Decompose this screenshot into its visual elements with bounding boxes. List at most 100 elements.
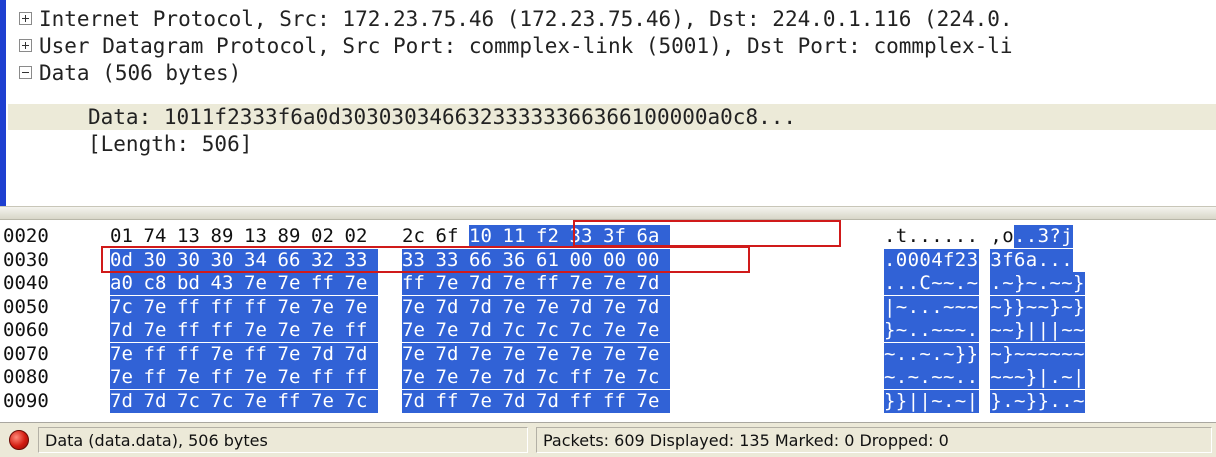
tree-item-udp[interactable]: User Datagram Protocol, Src Port: commpl… — [8, 33, 1216, 59]
ascii-char[interactable]: ~ — [1037, 295, 1050, 319]
ascii-char[interactable]: 4 — [931, 248, 944, 272]
ascii-char[interactable]: ~ — [907, 366, 920, 389]
ascii-char[interactable]: ~ — [943, 272, 955, 295]
ascii-char[interactable]: ? — [1049, 225, 1062, 248]
hex-byte[interactable]: ff — [344, 319, 378, 342]
ascii-char[interactable]: ~ — [1061, 295, 1074, 319]
hex-byte[interactable]: 7e — [344, 295, 378, 319]
expert-info-led-icon[interactable] — [9, 430, 29, 450]
hex-byte[interactable]: 33 — [344, 248, 378, 272]
ascii-char[interactable]: 0 — [919, 248, 932, 272]
ascii-char[interactable]: } — [884, 319, 896, 342]
ascii-char[interactable]: . — [1061, 389, 1074, 413]
ascii-char[interactable]: . — [919, 366, 932, 389]
ascii-char[interactable]: ~ — [966, 272, 979, 295]
ascii-char[interactable]: ~ — [966, 295, 979, 319]
ascii-char[interactable]: ~ — [1014, 342, 1026, 366]
ascii-char[interactable]: ~ — [1049, 272, 1062, 295]
ascii-char[interactable]: ~ — [884, 342, 896, 366]
ascii-char[interactable]: ~ — [990, 295, 1003, 319]
hex-dump-pane[interactable]: 0020 01 74 13 89 13 89 02 02 2c 6f 10 11 f2 33 3f 6a. t..… — [0, 220, 1216, 422]
ascii-char[interactable]: ~ — [943, 319, 955, 342]
ascii-char[interactable]: ~ — [895, 319, 908, 342]
hex-byte[interactable]: 13 — [244, 225, 277, 248]
ascii-char[interactable]: ~ — [1061, 319, 1074, 342]
ascii-char[interactable]: ~ — [1025, 272, 1038, 295]
ascii-char[interactable]: ~ — [1073, 342, 1085, 366]
ascii-char[interactable]: . — [895, 342, 908, 366]
ascii-char[interactable]: | — [1037, 319, 1050, 342]
ascii-char[interactable]: . — [907, 342, 920, 366]
hex-byte[interactable]: 01 — [110, 225, 143, 248]
ascii-char[interactable]: | — [907, 389, 920, 413]
ascii-char[interactable]: ~ — [931, 389, 944, 413]
ascii-char[interactable]: } — [1002, 295, 1015, 319]
ascii-char[interactable]: 3 — [990, 248, 1003, 272]
ascii-char[interactable]: . — [1049, 389, 1062, 413]
hex-byte[interactable]: 6f — [436, 225, 469, 248]
hex-byte[interactable]: 89 — [211, 225, 244, 248]
ascii-char[interactable]: ~ — [1025, 295, 1038, 319]
ascii-char[interactable]: } — [884, 389, 896, 413]
ascii-char[interactable]: . — [954, 272, 967, 295]
ascii-char[interactable]: } — [895, 389, 908, 413]
ascii-char[interactable]: . — [1061, 248, 1074, 272]
ascii-char[interactable]: C — [919, 272, 932, 295]
ascii-char[interactable]: t — [896, 225, 907, 248]
ascii-char[interactable]: . — [1025, 225, 1038, 248]
ascii-char[interactable]: . — [955, 225, 966, 248]
ascii-char[interactable]: . — [966, 366, 979, 389]
hex-byte[interactable]: 7d — [636, 272, 670, 295]
ascii-char[interactable]: 3 — [1037, 225, 1050, 248]
ascii-char[interactable]: } — [1073, 272, 1085, 295]
ascii-char[interactable]: f — [943, 248, 955, 272]
ascii-char[interactable]: ~ — [1073, 319, 1085, 342]
collapse-minus-icon[interactable] — [19, 65, 32, 79]
ascii-char[interactable]: } — [954, 342, 967, 366]
expand-plus-icon[interactable] — [19, 11, 32, 25]
ascii-char[interactable]: ~ — [1002, 319, 1015, 342]
ascii-char[interactable]: . — [907, 295, 920, 319]
tree-item-data[interactable]: Data (506 bytes) — [8, 60, 1216, 86]
ascii-char[interactable]: . — [1049, 248, 1062, 272]
ascii-char[interactable]: . — [954, 366, 967, 389]
ascii-char[interactable]: 0 — [907, 248, 920, 272]
hex-byte[interactable]: 02 — [345, 225, 378, 248]
ascii-char[interactable]: ~ — [943, 295, 955, 319]
ascii-char[interactable]: 3 — [966, 248, 979, 272]
ascii-char[interactable]: . — [895, 272, 908, 295]
ascii-char[interactable]: . — [943, 389, 955, 413]
ascii-char[interactable]: , — [990, 225, 1001, 248]
ascii-char[interactable]: . — [1049, 366, 1062, 389]
ascii-char[interactable]: } — [1014, 272, 1026, 295]
ascii-char[interactable]: } — [990, 389, 1003, 413]
ascii-char[interactable]: ~ — [884, 366, 896, 389]
ascii-char[interactable]: | — [1025, 319, 1038, 342]
ascii-char[interactable]: . — [884, 272, 896, 295]
ascii-char[interactable]: . — [931, 225, 942, 248]
tree-item-length[interactable]: [Length: 506] — [8, 131, 1216, 157]
tree-item-data-bytes[interactable]: Data: 1011f2333f6a0d30303034663233333366… — [8, 104, 1216, 130]
ascii-char[interactable]: | — [884, 295, 896, 319]
ascii-char[interactable]: ~ — [990, 342, 1003, 366]
ascii-char[interactable]: } — [966, 342, 979, 366]
ascii-char[interactable]: } — [1049, 295, 1062, 319]
ascii-char[interactable]: 0 — [895, 248, 908, 272]
hex-byte[interactable]: 00 — [636, 248, 670, 272]
ascii-char[interactable]: . — [990, 272, 1003, 295]
hex-byte[interactable]: 6a — [636, 225, 670, 248]
ascii-char[interactable]: | — [1049, 319, 1062, 342]
hex-byte[interactable]: 02 — [311, 225, 344, 248]
ascii-char[interactable]: ~ — [1061, 272, 1074, 295]
ascii-char[interactable]: } — [1002, 342, 1015, 366]
ascii-char[interactable]: j — [1061, 225, 1074, 248]
ascii-char[interactable]: . — [1002, 389, 1015, 413]
expand-plus-icon[interactable] — [19, 38, 32, 52]
tree-item-ip[interactable]: Internet Protocol, Src: 172.23.75.46 (17… — [8, 6, 1216, 32]
ascii-char[interactable]: ~ — [895, 295, 908, 319]
ascii-char[interactable]: ~ — [1061, 342, 1074, 366]
ascii-char[interactable]: ~ — [990, 319, 1003, 342]
ascii-char[interactable]: . — [967, 225, 978, 248]
ascii-char[interactable]: ~ — [919, 342, 932, 366]
ascii-char[interactable]: ~ — [931, 272, 944, 295]
